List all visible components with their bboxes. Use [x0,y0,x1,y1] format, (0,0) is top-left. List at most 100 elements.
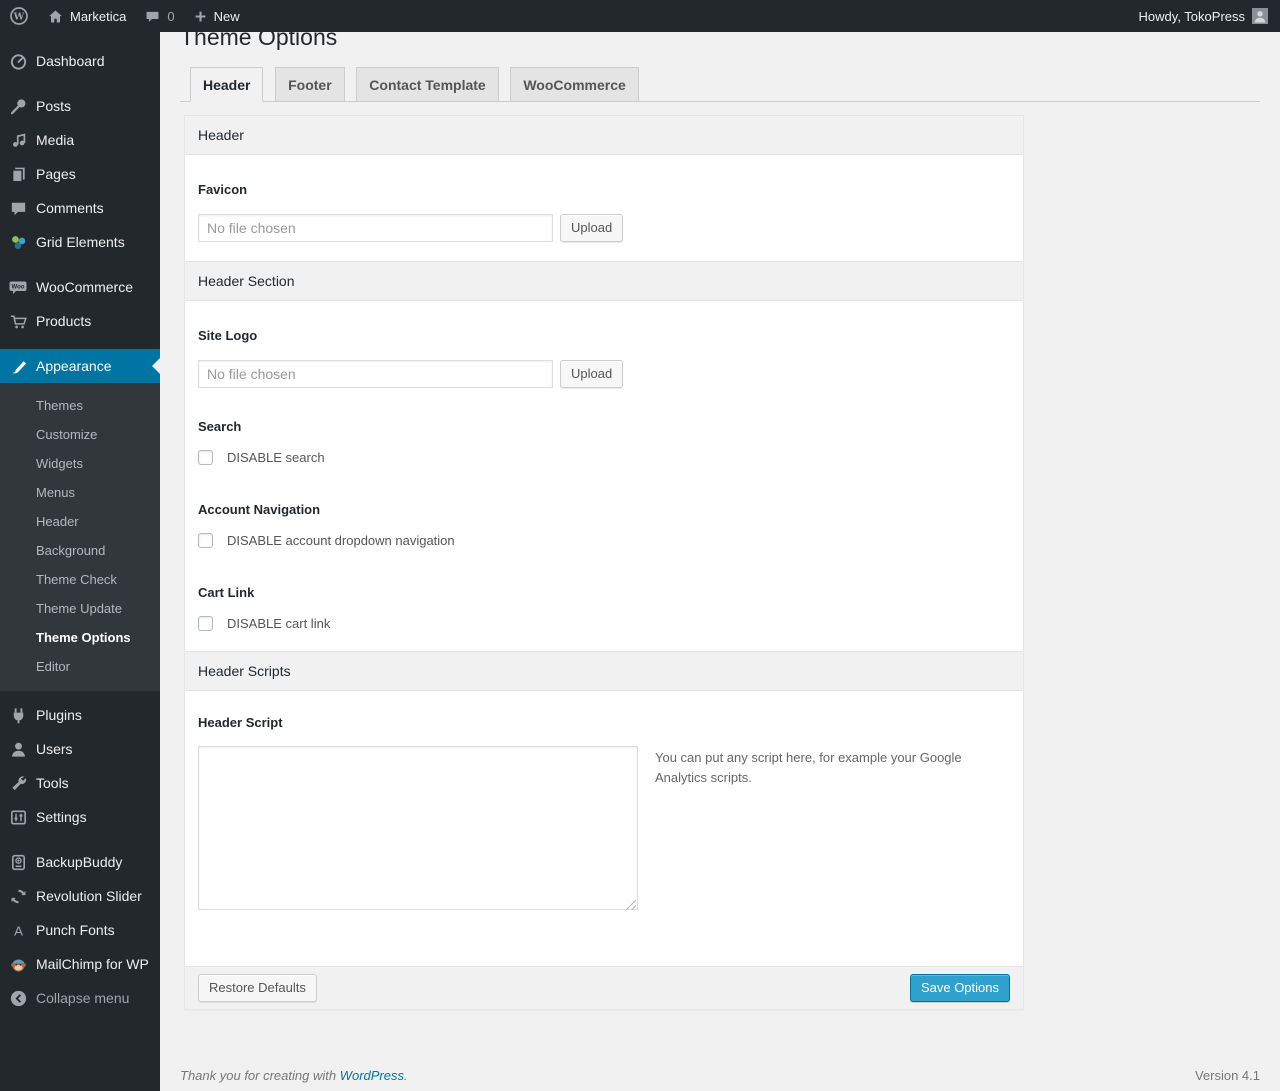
appearance-submenu: Themes Customize Widgets Menus Header Ba… [0,383,160,691]
sidebar-item-label: BackupBuddy [36,854,123,870]
submenu-item-themes[interactable]: Themes [0,391,160,420]
section-header-section: Header Section [185,260,1023,301]
tab-woocommerce[interactable]: WooCommerce [510,66,639,101]
disable-account-nav-checkbox[interactable] [198,532,213,548]
submenu-item-widgets[interactable]: Widgets [0,449,160,478]
footer-version: Version 4.1 [1194,1067,1260,1083]
grid-elements-icon [8,232,28,252]
sidebar-item-mailchimp[interactable]: MailChimp for WP [0,947,160,981]
avatar[interactable] [1252,8,1268,24]
sidebar-item-products[interactable]: Products [0,304,160,338]
woo-badge-icon: Woo [8,277,28,297]
sidebar-item-media[interactable]: Media [0,123,160,157]
sidebar-item-pages[interactable]: Pages [0,157,160,191]
sidebar-item-label: Revolution Slider [36,888,142,904]
sidebar-item-grid-elements[interactable]: Grid Elements [0,225,160,259]
footer-thanks-period: . [404,1067,408,1083]
submenu-item-theme-check[interactable]: Theme Check [0,565,160,594]
comments-bubble-icon [144,8,161,25]
sidebar-item-posts[interactable]: Posts [0,89,160,123]
submenu-item-header[interactable]: Header [0,507,160,536]
collapse-arrow-icon [8,988,28,1008]
sidebar-item-punch-fonts[interactable]: A Punch Fonts [0,913,160,947]
footer-thanks-text: Thank you for creating with [180,1067,340,1083]
svg-text:W: W [13,12,25,23]
sidebar-item-label: MailChimp for WP [36,956,149,972]
disable-cart-link-checkbox[interactable] [198,615,213,631]
sidebar-item-tools[interactable]: Tools [0,766,160,800]
account-navigation-label: Account Navigation [198,501,321,517]
comment-count: 0 [167,8,175,24]
submenu-item-theme-options[interactable]: Theme Options [0,623,160,652]
monkey-icon [8,954,28,974]
sidebar-item-dashboard[interactable]: Dashboard [0,44,160,78]
sidebar-item-backupbuddy[interactable]: BackupBuddy [0,845,160,879]
letter-a-icon: A [8,920,28,940]
sidebar-item-settings[interactable]: Settings [0,800,160,834]
paintbrush-icon [8,356,28,376]
header-script-hint: You can put any script here, for example… [655,749,962,786]
tab-header[interactable]: Header [190,66,264,102]
admin-sidebar: Dashboard Posts Media Pages Comments Gri… [0,32,160,1091]
site-name-menu[interactable]: Marketica [38,0,135,32]
submenu-item-editor[interactable]: Editor [0,652,160,681]
theme-options-panel: Header Favicon Upload Header Section Sit… [184,114,1024,1010]
howdy-account[interactable]: Howdy, TokoPress [1139,9,1245,24]
home-icon [47,8,64,25]
sidebar-item-label: Appearance [36,358,112,374]
site-logo-file-input[interactable] [198,359,553,388]
favicon-file-input[interactable] [198,213,553,242]
tab-footer[interactable]: Footer [275,66,345,101]
sidebar-item-label: Tools [36,775,69,791]
section-header-scripts: Header Scripts [185,650,1023,691]
submenu-item-background[interactable]: Background [0,536,160,565]
tab-contact-template[interactable]: Contact Template [356,66,499,101]
cart-icon [8,311,28,331]
plus-icon [193,9,208,24]
sidebar-item-appearance[interactable]: Appearance [0,349,160,383]
pushpin-icon [8,96,28,116]
new-content-menu[interactable]: New [184,0,249,32]
svg-text:Woo: Woo [12,285,25,291]
disable-search-checkbox[interactable] [198,449,213,465]
wordpress-logo-icon: W [9,6,29,26]
sidebar-item-revolution-slider[interactable]: Revolution Slider [0,879,160,913]
submenu-item-menus[interactable]: Menus [0,478,160,507]
header-script-textarea[interactable] [198,745,638,910]
plug-icon [8,705,28,725]
site-logo-upload-button[interactable]: Upload [560,359,624,388]
search-label: Search [198,418,242,434]
pages-icon [8,164,28,184]
disable-cart-link-checkbox-label: DISABLE cart link [227,615,331,631]
submenu-item-theme-update[interactable]: Theme Update [0,594,160,623]
sidebar-item-label: Comments [36,200,104,216]
sidebar-item-label: Media [36,132,75,148]
backup-drive-icon [8,852,28,872]
sidebar-item-label: Settings [36,809,87,825]
save-options-button[interactable]: Save Options [909,973,1010,1002]
wordpress-logo-menu[interactable]: W [0,0,38,32]
sidebar-item-label: Dashboard [36,53,105,69]
comments-menu[interactable]: 0 [135,0,183,32]
disable-search-checkbox-label: DISABLE search [227,449,325,465]
disable-account-nav-checkbox-label: DISABLE account dropdown navigation [227,532,455,548]
site-logo-label: Site Logo [198,327,258,343]
header-script-label: Header Script [198,714,283,730]
wordpress-link[interactable]: WordPress [340,1068,404,1083]
sidebar-item-comments[interactable]: Comments [0,191,160,225]
restore-defaults-button[interactable]: Restore Defaults [198,973,317,1002]
sidebar-item-label: Pages [36,166,76,182]
sidebar-item-label: Products [36,313,92,329]
sidebar-item-label: Grid Elements [36,234,125,250]
comment-bubble-icon [8,198,28,218]
sidebar-item-collapse-menu[interactable]: Collapse menu [0,981,160,1015]
cart-link-label: Cart Link [198,584,255,600]
sliders-icon [8,807,28,827]
submenu-item-customize[interactable]: Customize [0,420,160,449]
sidebar-item-label: Plugins [36,707,82,723]
sidebar-item-label: Users [36,741,73,757]
sidebar-item-plugins[interactable]: Plugins [0,698,160,732]
sidebar-item-users[interactable]: Users [0,732,160,766]
sidebar-item-woocommerce[interactable]: Woo WooCommerce [0,270,160,304]
favicon-upload-button[interactable]: Upload [560,213,624,242]
